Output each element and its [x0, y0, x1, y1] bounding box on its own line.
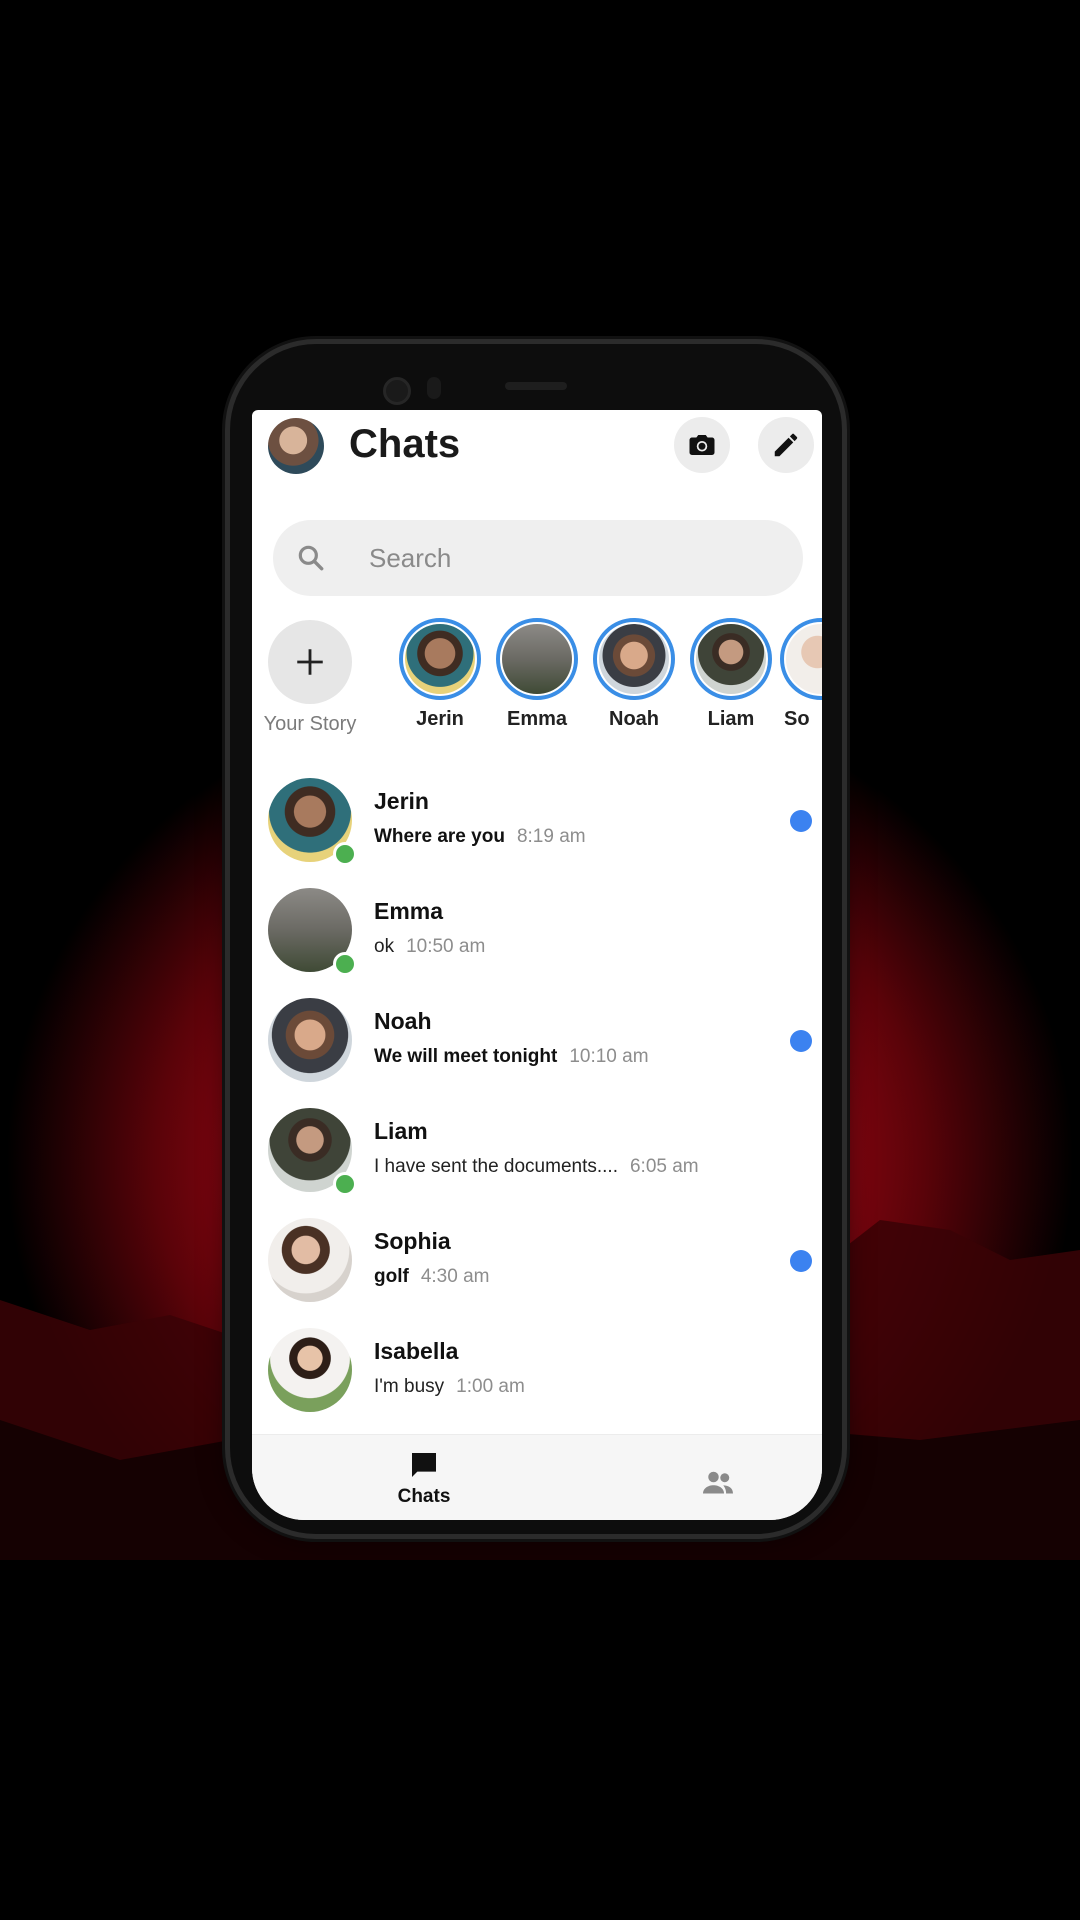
online-indicator: [333, 952, 357, 976]
page-title: Chats: [349, 422, 461, 466]
story-name: So: [784, 708, 810, 730]
profile-avatar[interactable]: [268, 418, 324, 474]
story-avatar: [405, 624, 475, 694]
search-icon: [298, 545, 324, 571]
message-preview: golf 4:30 am: [374, 1266, 489, 1288]
plus-icon: [297, 649, 323, 675]
story-avatar: [786, 624, 822, 694]
nav-chats-tab[interactable]: Chats: [384, 1449, 464, 1508]
unread-dot: [790, 1030, 812, 1052]
message-preview: I'm busy 1:00 am: [374, 1376, 525, 1398]
chat-row[interactable]: Isabella I'm busy 1:00 am: [252, 1328, 822, 1438]
chat-row[interactable]: Jerin Where are you 8:19 am: [252, 778, 822, 888]
story-name: Jerin: [416, 708, 464, 730]
message-text: I have sent the documents....: [374, 1156, 618, 1177]
phone-speaker: [505, 382, 567, 390]
chat-bubble-icon: [412, 1453, 436, 1477]
phone-camera: [383, 377, 411, 405]
add-story-label: Your Story: [263, 713, 357, 735]
contact-name: Liam: [374, 1118, 428, 1144]
story-ring: [496, 618, 578, 700]
contact-name: Emma: [374, 898, 444, 924]
story-ring: [593, 618, 675, 700]
search-placeholder: Search: [369, 542, 452, 573]
story-name: Emma: [506, 708, 568, 730]
message-time: 6:05 am: [629, 1156, 699, 1177]
avatar: [268, 1328, 352, 1412]
nav-chats-label: Chats: [397, 1486, 451, 1507]
story-name: Liam: [707, 708, 755, 730]
message-time: 8:19 am: [516, 826, 586, 847]
chat-row[interactable]: Sophia golf 4:30 am: [252, 1218, 822, 1328]
chat-row[interactable]: Noah We will meet tonight 10:10 am: [252, 998, 822, 1108]
online-indicator: [333, 1172, 357, 1196]
online-indicator: [333, 842, 357, 866]
app-screen: Chats Search Your Story Jerin Emma Noah …: [252, 410, 822, 1520]
add-story-circle[interactable]: [268, 620, 352, 704]
message-text: I'm busy: [374, 1376, 445, 1397]
camera-icon: [689, 435, 715, 455]
chat-row[interactable]: Liam I have sent the documents.... 6:05 a…: [252, 1108, 822, 1218]
bottom-nav: Chats: [252, 1434, 822, 1520]
message-time: 10:50 am: [406, 936, 486, 957]
unread-dot: [790, 1250, 812, 1272]
avatar: [268, 1218, 352, 1302]
chat-row[interactable]: Emma ok 10:50 am: [252, 888, 822, 998]
story-ring: [690, 618, 772, 700]
message-preview: I have sent the documents.... 6:05 am: [374, 1156, 699, 1178]
message-time: 10:10 am: [569, 1046, 649, 1067]
contact-name: Jerin: [374, 788, 429, 814]
unread-dot: [790, 810, 812, 832]
story-avatar: [502, 624, 572, 694]
story-partial[interactable]: So: [780, 618, 822, 731]
search-bar[interactable]: Search: [273, 520, 803, 596]
story-ring: [399, 618, 481, 700]
contact-name: Sophia: [374, 1228, 451, 1254]
add-story-button[interactable]: Your Story: [264, 620, 356, 736]
story-noah[interactable]: Noah: [586, 618, 682, 731]
message-text: Where are you: [374, 826, 505, 847]
contact-name: Noah: [374, 1008, 432, 1034]
story-ring: [780, 618, 822, 700]
story-jerin[interactable]: Jerin: [392, 618, 488, 731]
avatar: [268, 998, 352, 1082]
people-icon[interactable]: [700, 1465, 736, 1501]
story-liam[interactable]: Liam: [683, 618, 779, 731]
contact-name: Isabella: [374, 1338, 459, 1364]
message-time: 1:00 am: [456, 1376, 525, 1397]
message-preview: Where are you 8:19 am: [374, 826, 586, 848]
pencil-icon: [774, 433, 798, 457]
compose-button[interactable]: [758, 417, 814, 473]
story-emma[interactable]: Emma: [489, 618, 585, 731]
message-time: 4:30 am: [420, 1266, 490, 1287]
message-preview: ok 10:50 am: [374, 936, 485, 958]
message-text: We will meet tonight: [374, 1046, 558, 1067]
message-text: ok: [374, 936, 395, 957]
phone-sensor: [427, 377, 441, 399]
message-text: golf: [374, 1266, 409, 1287]
message-preview: We will meet tonight 10:10 am: [374, 1046, 649, 1068]
story-avatar: [696, 624, 766, 694]
story-avatar: [599, 624, 669, 694]
camera-button[interactable]: [674, 417, 730, 473]
story-name: Noah: [609, 708, 659, 730]
